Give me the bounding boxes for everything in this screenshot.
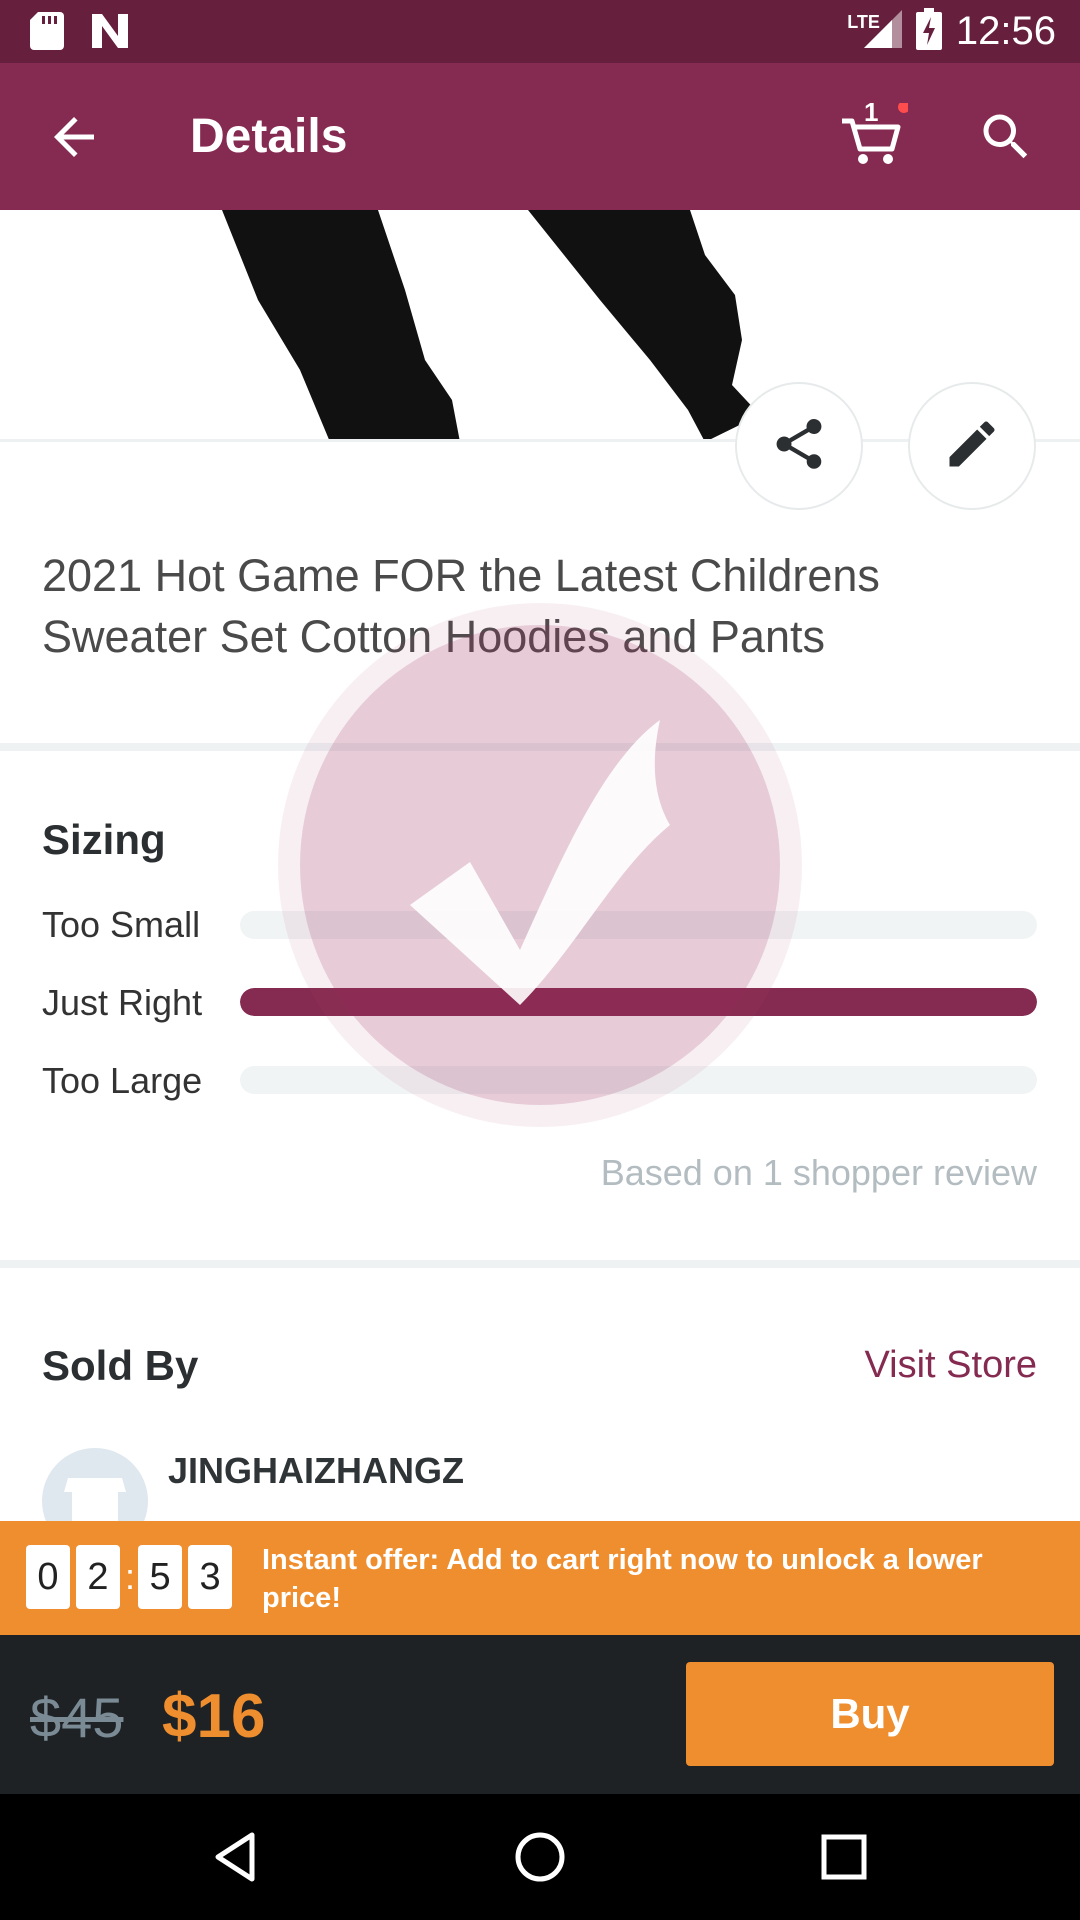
buy-button[interactable]: Buy: [686, 1662, 1054, 1766]
size-bar-just-right: [240, 988, 1037, 1016]
size-bar-too-large: [240, 1066, 1037, 1094]
sale-price: $16: [162, 1682, 266, 1751]
back-arrow-icon[interactable]: [44, 107, 104, 167]
edit-button[interactable]: [908, 382, 1036, 510]
divider: [0, 743, 1080, 751]
size-bar-too-small: [240, 911, 1037, 939]
divider: [0, 1260, 1080, 1268]
sold-by-heading: Sold By: [42, 1342, 199, 1389]
sd-card-icon: [30, 12, 64, 55]
review-count-note: Based on 1 shopper review: [600, 1152, 1037, 1193]
signal-icon: [863, 10, 902, 53]
size-fill-just-right: [240, 988, 1037, 1016]
checkmark-watermark-icon: [278, 603, 802, 1127]
share-icon: [769, 414, 829, 479]
sizing-heading: Sizing: [42, 816, 166, 863]
product-title: 2021 Hot Game FOR the Latest Childrens S…: [42, 550, 880, 662]
system-nav-bar: [0, 1794, 1080, 1920]
countdown-digit: 2: [76, 1545, 120, 1609]
countdown-digit: 3: [188, 1545, 233, 1609]
size-label-too-small: Too Small: [42, 904, 201, 945]
buy-bar: $45 $16 Buy: [0, 1635, 1080, 1794]
countdown-separator: :: [125, 1556, 136, 1597]
search-icon[interactable]: [976, 107, 1036, 167]
instant-offer-banner[interactable]: 0 2 : 5 3 Instant offer: Add to cart rig…: [0, 1521, 1080, 1635]
app-bar: Details 1: [0, 63, 1080, 210]
cart-count: 1: [864, 97, 879, 127]
offer-text: Instant offer: Add to cart right now to …: [262, 1544, 983, 1614]
share-button[interactable]: [735, 382, 863, 510]
nav-back-icon[interactable]: [206, 1827, 266, 1887]
cart-icon[interactable]: 1: [838, 97, 910, 173]
status-bar: LTE 12:56: [0, 0, 1080, 63]
size-label-just-right: Just Right: [42, 982, 203, 1023]
size-label-too-large: Too Large: [42, 1060, 203, 1101]
visit-store-link[interactable]: Visit Store: [865, 1344, 1037, 1387]
nav-recents-icon[interactable]: [814, 1827, 874, 1887]
battery-icon: [915, 8, 942, 55]
store-name: JINGHAIZHANGZ: [168, 1450, 464, 1491]
page-title: Details: [190, 110, 348, 163]
original-price: $45: [30, 1686, 124, 1749]
status-time: 12:56: [955, 9, 1056, 53]
product-image[interactable]: [0, 210, 1080, 442]
n-icon: [90, 12, 130, 55]
countdown-timer: 0 2 : 5 3: [26, 1545, 238, 1609]
edit-icon: [942, 414, 1002, 479]
countdown-digit: 0: [26, 1545, 70, 1609]
countdown-digit: 5: [138, 1545, 183, 1609]
nav-home-icon[interactable]: [510, 1827, 570, 1887]
